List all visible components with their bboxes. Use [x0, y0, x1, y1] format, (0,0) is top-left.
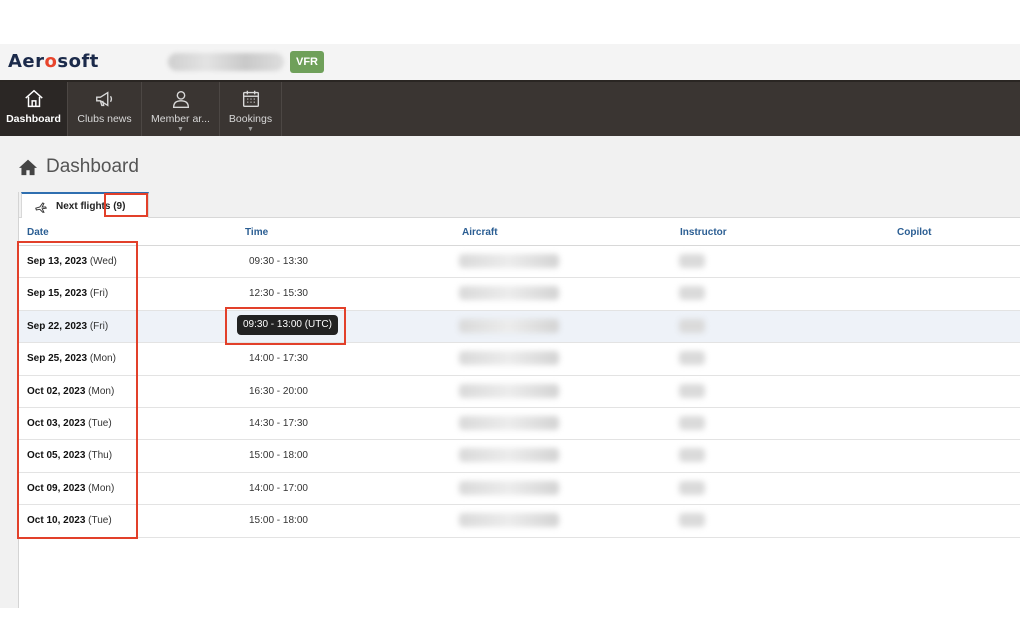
time-cell: 14:30 - 17:30 — [249, 417, 308, 429]
blurred-instructor — [679, 351, 705, 366]
user-icon — [172, 90, 189, 108]
column-header-instructor[interactable]: Instructor — [680, 227, 727, 238]
date-cell: Sep 25, 2023 (Mon) — [27, 353, 116, 365]
blurred-instructor — [679, 448, 705, 463]
table-row[interactable]: Sep 22, 2023 (Fri) 09:30 - 13:00 (UTC) — [19, 310, 1020, 344]
vfr-badge: VFR — [290, 51, 324, 73]
date-cell: Oct 09, 2023 (Mon) — [27, 482, 115, 494]
date-cell: Oct 03, 2023 (Tue) — [27, 417, 112, 429]
time-cell: 15:00 - 18:00 — [249, 450, 308, 462]
time-cell: 14:00 - 17:00 — [249, 482, 308, 494]
blurred-aircraft — [459, 513, 559, 528]
tab-next-flights[interactable]: Next flights (9) — [21, 192, 149, 219]
airplane-icon — [35, 201, 47, 213]
date-cell: Sep 22, 2023 (Fri) — [27, 320, 109, 332]
nav-item-dashboard[interactable]: Dashboard — [0, 82, 68, 136]
table-row[interactable]: Oct 09, 2023 (Mon) 14:00 - 17:00 — [19, 472, 1020, 506]
main-navbar: Dashboard Clubs news Member ar... ▼ Book… — [0, 80, 1020, 136]
blurred-aircraft — [459, 351, 559, 366]
nav-item-clubs-news[interactable]: Clubs news — [68, 82, 142, 136]
blurred-instructor — [679, 318, 705, 333]
date-cell: Sep 13, 2023 (Wed) — [27, 256, 117, 267]
date-cell: Oct 02, 2023 (Mon) — [27, 385, 115, 397]
screenshot-stage: Aerosoft VFR Dashboard Clubs news Member… — [0, 0, 1020, 638]
page-title: Dashboard — [18, 156, 139, 178]
home-icon — [24, 89, 43, 108]
blurred-aircraft — [459, 286, 559, 301]
date-cell: Sep 15, 2023 (Fri) — [27, 288, 109, 300]
column-header-aircraft[interactable]: Aircraft — [462, 227, 498, 238]
table-row[interactable]: Oct 05, 2023 (Thu) 15:00 - 18:00 — [19, 440, 1020, 473]
time-cell: 15:00 - 18:00 — [249, 515, 308, 527]
blurred-aircraft — [459, 480, 559, 495]
content-area: Dashboard Next flights (9) Date Time Air… — [0, 136, 1020, 608]
time-cell: 09:30 - 13:30 — [249, 256, 308, 267]
blurred-username — [168, 53, 284, 71]
table-header: Date Time Aircraft Instructor Copilot — [19, 218, 1020, 246]
blurred-aircraft — [459, 318, 559, 333]
column-header-copilot[interactable]: Copilot — [897, 227, 931, 238]
table-row[interactable]: Oct 03, 2023 (Tue) 14:30 - 17:30 — [19, 407, 1020, 441]
calendar-icon — [242, 90, 259, 108]
column-header-date[interactable]: Date — [27, 227, 49, 238]
dashboard-panel: Next flights (9) Date Time Aircraft Inst… — [18, 192, 1020, 608]
table-row[interactable]: Sep 13, 2023 (Wed) 09:30 - 13:30 — [19, 246, 1020, 279]
utc-time-tooltip: 09:30 - 13:00 (UTC) — [237, 314, 338, 335]
time-cell: 12:30 - 15:30 — [249, 288, 308, 300]
blurred-aircraft — [459, 383, 559, 398]
nav-item-bookings[interactable]: Bookings ▼ — [220, 82, 282, 136]
brand-bar: Aerosoft VFR — [0, 44, 1020, 80]
table-row[interactable]: Sep 25, 2023 (Mon) 14:00 - 17:30 — [19, 343, 1020, 376]
chevron-down-icon: ▼ — [247, 126, 254, 133]
blurred-instructor — [679, 415, 705, 430]
blurred-aircraft — [459, 448, 559, 463]
time-cell: 16:30 - 20:00 — [249, 385, 308, 397]
time-cell: 14:00 - 17:30 — [249, 353, 308, 365]
nav-item-member-area[interactable]: Member ar... ▼ — [142, 82, 220, 136]
date-cell: Oct 05, 2023 (Thu) — [27, 450, 113, 462]
blurred-instructor — [679, 254, 705, 268]
blurred-instructor — [679, 383, 705, 398]
blurred-instructor — [679, 513, 705, 528]
blurred-aircraft — [459, 415, 559, 430]
table-row[interactable]: Oct 10, 2023 (Tue) 15:00 - 18:00 — [19, 505, 1020, 538]
home-icon — [19, 159, 37, 176]
table-row[interactable]: Sep 15, 2023 (Fri) 12:30 - 15:30 — [19, 278, 1020, 311]
table-row[interactable]: Oct 02, 2023 (Mon) 16:30 - 20:00 — [19, 375, 1020, 408]
blurred-aircraft — [459, 254, 559, 268]
flights-table: Date Time Aircraft Instructor Copilot Se… — [19, 218, 1020, 538]
date-cell: Oct 10, 2023 (Tue) — [27, 515, 112, 527]
aerosoft-logo[interactable]: Aerosoft — [8, 51, 99, 72]
chevron-down-icon: ▼ — [177, 126, 184, 133]
blurred-instructor — [679, 286, 705, 301]
blurred-instructor — [679, 480, 705, 495]
column-header-time[interactable]: Time — [245, 227, 268, 238]
tab-bar: Next flights (9) — [19, 192, 1020, 219]
megaphone-icon — [95, 91, 112, 107]
